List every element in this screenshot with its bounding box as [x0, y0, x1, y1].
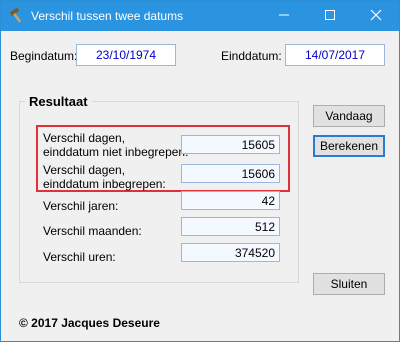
close-icon[interactable] [353, 1, 399, 31]
days-incl-label-line2: einddatum inbegrepen: [43, 177, 166, 191]
days-incl-label-line1: Verschil dagen, [43, 163, 126, 177]
app-window: Verschil tussen twee datums Begindatum: … [0, 0, 400, 342]
copyright-text: © 2017 Jacques Deseure [19, 316, 160, 330]
end-date-label: Einddatum: [221, 49, 282, 63]
hammer-icon [8, 7, 26, 25]
minimize-icon[interactable] [261, 1, 307, 31]
today-button[interactable]: Vandaag [313, 105, 385, 127]
years-label: Verschil jaren: [43, 199, 119, 213]
days-excl-label-line1: Verschil dagen, [43, 131, 126, 145]
days-excl-label-line2: einddatum niet inbegrepen: [43, 145, 189, 159]
days-incl-value: 15606 [181, 164, 280, 183]
hours-value: 374520 [181, 243, 280, 262]
calculate-button[interactable]: Berekenen [313, 135, 385, 157]
months-value: 512 [181, 217, 280, 236]
begin-date-label: Begindatum: [10, 49, 78, 63]
result-group-title: Resultaat [25, 94, 92, 109]
days-excl-value: 15605 [181, 135, 280, 154]
years-value: 42 [181, 191, 280, 210]
months-label: Verschil maanden: [43, 224, 142, 238]
end-date-field[interactable]: 14/07/2017 [285, 44, 385, 66]
maximize-icon[interactable] [307, 1, 353, 31]
begin-date-field[interactable]: 23/10/1974 [76, 44, 176, 66]
title-bar[interactable]: Verschil tussen twee datums [1, 1, 399, 31]
close-button[interactable]: Sluiten [313, 273, 385, 295]
hours-label: Verschil uren: [43, 250, 116, 264]
window-title: Verschil tussen twee datums [31, 9, 184, 23]
